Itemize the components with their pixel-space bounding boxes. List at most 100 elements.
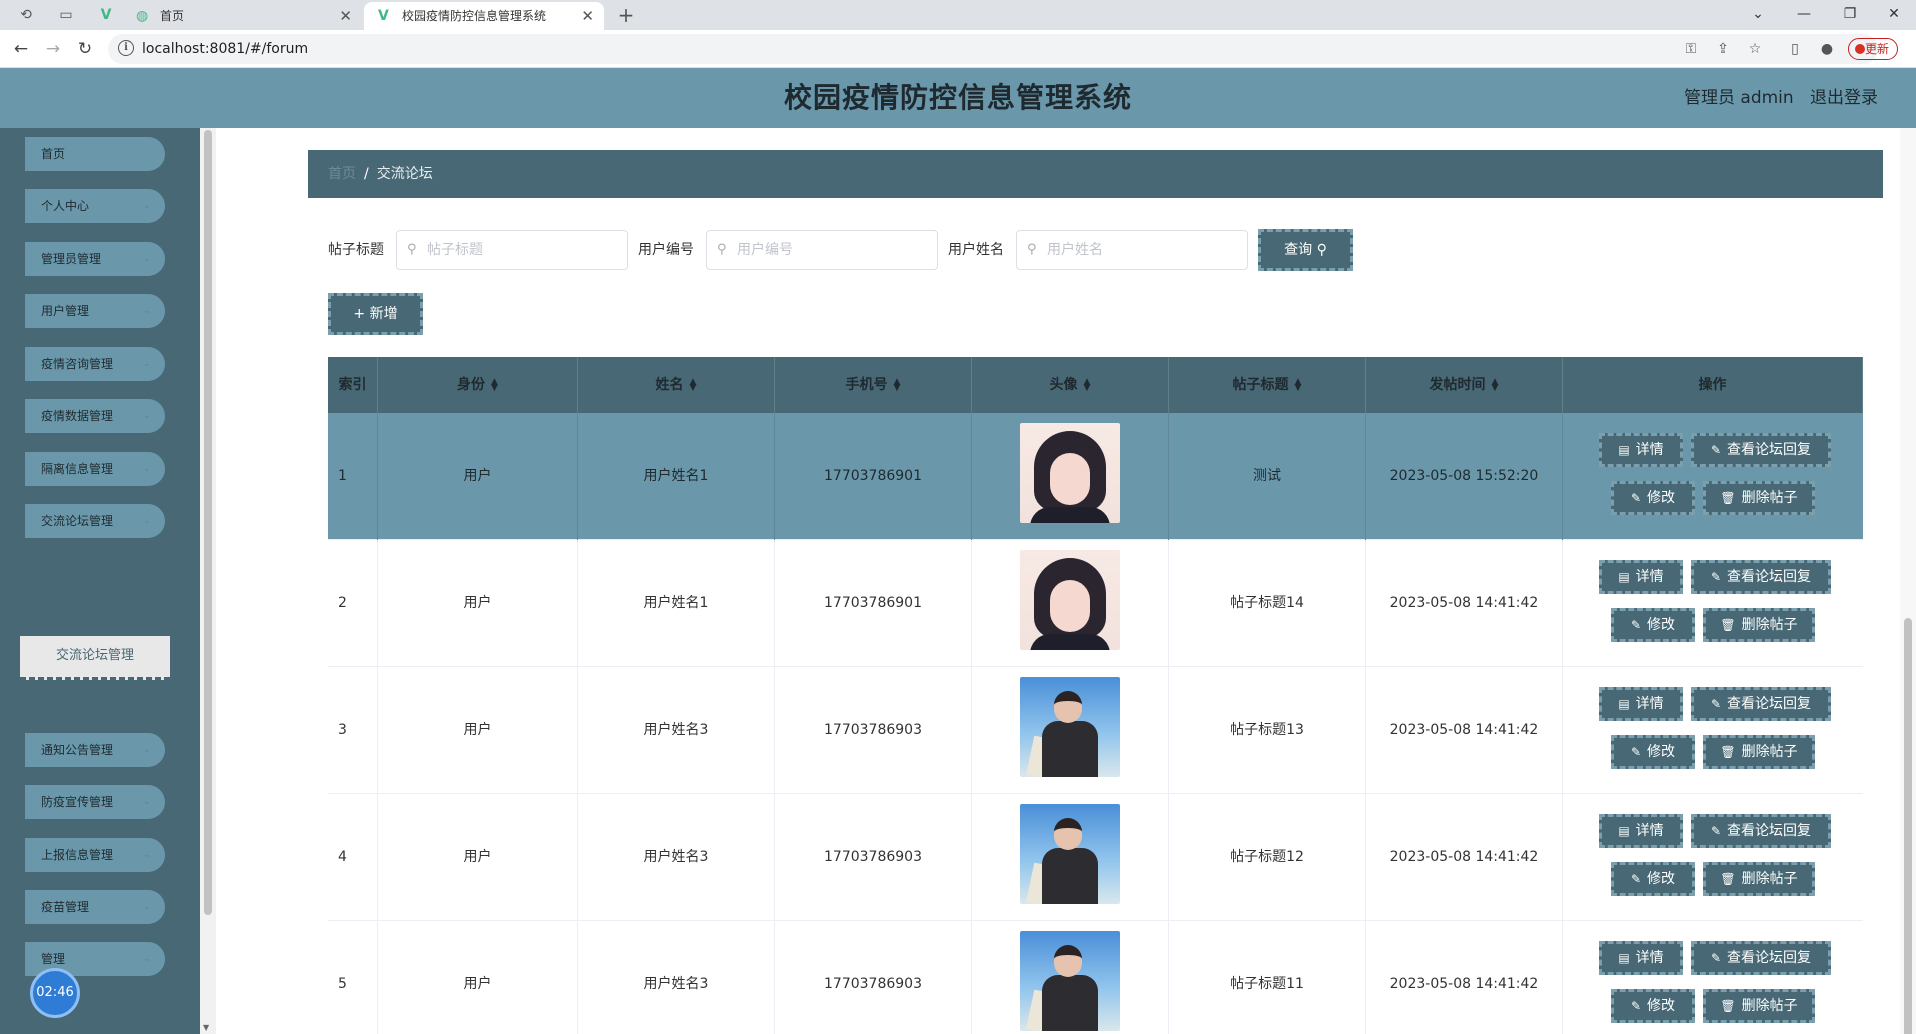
trash-icon: 🗑 bbox=[1720, 745, 1736, 759]
star-icon[interactable]: ☆ bbox=[1744, 38, 1766, 60]
edit-button[interactable]: ✎ 修改 bbox=[1611, 989, 1695, 1023]
minimize-icon[interactable]: — bbox=[1782, 0, 1826, 30]
sidebar-item-0[interactable]: 首页 bbox=[20, 132, 170, 176]
column-header-5[interactable]: 帖子标题 ▲ ▼ bbox=[1169, 357, 1366, 413]
table-cell-4 bbox=[972, 667, 1169, 794]
key-icon[interactable]: ⚿ bbox=[1680, 38, 1702, 60]
column-header-1[interactable]: 身份 ▲ ▼ bbox=[378, 357, 578, 413]
update-button[interactable]: 更新 bbox=[1848, 38, 1898, 60]
page-scroll-thumb[interactable] bbox=[1904, 618, 1912, 1034]
user-id-input[interactable]: ⚲ 用户编号 bbox=[706, 230, 938, 270]
delete-button[interactable]: 🗑 删除帖子 bbox=[1703, 989, 1815, 1023]
user-name-input[interactable]: ⚲ 用户姓名 bbox=[1016, 230, 1248, 270]
table-cell-5: 帖子标题13 bbox=[1169, 667, 1366, 794]
view-replies-button[interactable]: ✎ 查看论坛回复 bbox=[1691, 433, 1831, 467]
close-icon[interactable]: ✕ bbox=[339, 2, 352, 30]
blank-tab-icon[interactable]: ▭ bbox=[56, 5, 76, 25]
sort-icon[interactable]: ▲ ▼ bbox=[1084, 378, 1091, 393]
sidebar-scrollbar[interactable]: ▼ bbox=[200, 128, 216, 1034]
sidebar-item-label: 疫情咨询管理 bbox=[41, 357, 114, 371]
delete-button[interactable]: 🗑 删除帖子 bbox=[1703, 862, 1815, 896]
view-replies-button[interactable]: ✎ 查看论坛回复 bbox=[1691, 687, 1831, 721]
back-icon[interactable]: ← bbox=[10, 38, 32, 60]
url-field[interactable]: i localhost:8081/#/forum bbox=[108, 34, 1878, 64]
detail-button[interactable]: ▤ 详情 bbox=[1599, 687, 1683, 721]
view-replies-button[interactable]: ✎ 查看论坛回复 bbox=[1691, 941, 1831, 975]
column-header-2[interactable]: 姓名 ▲ ▼ bbox=[578, 357, 775, 413]
new-tab-icon[interactable]: + bbox=[616, 5, 636, 25]
table-row[interactable]: 4 用户 用户姓名3 17703786903 帖子标题12 2023-05-08 14:4… bbox=[328, 794, 1863, 921]
sidebar-item-9[interactable]: 防疫宣传管理 ⌄ bbox=[20, 780, 170, 824]
edit-button[interactable]: ✎ 修改 bbox=[1611, 481, 1695, 515]
trash-icon: 🗑 bbox=[1720, 618, 1736, 632]
page-scrollbar[interactable] bbox=[1900, 128, 1916, 1034]
sidebar-scroll-thumb[interactable] bbox=[204, 130, 212, 915]
sidebar-item-4[interactable]: 疫情咨询管理 ⌄ bbox=[20, 342, 170, 386]
tab-active-system[interactable]: V 校园疫情防控信息管理系统 ✕ bbox=[364, 2, 604, 30]
submenu-forum-manage[interactable]: 交流论坛管理 bbox=[20, 636, 170, 680]
table-row[interactable]: 5 用户 用户姓名3 17703786903 帖子标题11 2023-05-08 14:4… bbox=[328, 921, 1863, 1034]
sidebar-item-11[interactable]: 疫苗管理 ⌄ bbox=[20, 885, 170, 929]
share-icon[interactable]: ⇪ bbox=[1712, 38, 1734, 60]
sort-icon[interactable]: ▲ ▼ bbox=[491, 378, 498, 393]
vue-icon[interactable]: V bbox=[96, 5, 116, 25]
table-cell-6: 2023-05-08 14:41:42 bbox=[1366, 667, 1563, 794]
sort-icon[interactable]: ▲ ▼ bbox=[1492, 378, 1499, 393]
query-button[interactable]: 查询 ⚲ bbox=[1258, 229, 1353, 271]
detail-button[interactable]: ▤ 详情 bbox=[1599, 941, 1683, 975]
sidebar-item-6[interactable]: 隔离信息管理 ⌄ bbox=[20, 447, 170, 491]
edit-button[interactable]: ✎ 修改 bbox=[1611, 862, 1695, 896]
user-id-label: 用户编号 bbox=[638, 242, 694, 258]
table-row[interactable]: 3 用户 用户姓名3 17703786903 帖子标题13 2023-05-08 14:4… bbox=[328, 667, 1863, 794]
sidebar-item-8[interactable]: 通知公告管理 ⌄ bbox=[20, 728, 170, 772]
column-header-6[interactable]: 发帖时间 ▲ ▼ bbox=[1366, 357, 1563, 413]
edit-button[interactable]: ✎ 修改 bbox=[1611, 735, 1695, 769]
sort-icon[interactable]: ▲ ▼ bbox=[1295, 378, 1302, 393]
column-header-3[interactable]: 手机号 ▲ ▼ bbox=[775, 357, 972, 413]
delete-button[interactable]: 🗑 删除帖子 bbox=[1703, 608, 1815, 642]
sidebar-item-2[interactable]: 管理员管理 ⌄ bbox=[20, 237, 170, 281]
scroll-down-icon[interactable]: ▼ bbox=[203, 1023, 209, 1032]
sidebar-item-7[interactable]: 交流论坛管理 ⌄ bbox=[20, 499, 170, 543]
edit-button[interactable]: ✎ 修改 bbox=[1611, 608, 1695, 642]
detail-button[interactable]: ▤ 详情 bbox=[1599, 814, 1683, 848]
view-replies-button[interactable]: ✎ 查看论坛回复 bbox=[1691, 814, 1831, 848]
close-window-icon[interactable]: ✕ bbox=[1872, 0, 1916, 30]
sort-icon[interactable]: ▲ ▼ bbox=[894, 378, 901, 393]
view-replies-button[interactable]: ✎ 查看论坛回复 bbox=[1691, 560, 1831, 594]
chevron-down-icon: ⌄ bbox=[142, 849, 151, 860]
forward-icon[interactable]: → bbox=[42, 38, 64, 60]
post-title-input[interactable]: ⚲ 帖子标题 bbox=[396, 230, 628, 270]
table-row[interactable]: 2 用户 用户姓名1 17703786901 帖子标题14 2023-05-08 14:4… bbox=[328, 540, 1863, 667]
detail-button[interactable]: ▤ 详情 bbox=[1599, 560, 1683, 594]
sidebar-item-3[interactable]: 用户管理 ⌄ bbox=[20, 289, 170, 333]
sidepanel-icon[interactable]: ▯ bbox=[1784, 38, 1806, 60]
profile-icon[interactable]: ● bbox=[1816, 38, 1838, 60]
table-row[interactable]: 1 用户 用户姓名1 17703786901 测试 2023-05-08 15:52:20… bbox=[328, 413, 1863, 540]
sidebar-item-1[interactable]: 个人中心 ⌄ bbox=[20, 184, 170, 228]
sidebar-item-10[interactable]: 上报信息管理 ⌄ bbox=[20, 833, 170, 877]
actions-cell: ▤ 详情 ✎ 查看论坛回复 ✎ 修改 🗑 删除帖子 bbox=[1563, 794, 1863, 921]
history-icon[interactable]: ⟲ bbox=[16, 5, 36, 25]
restore-icon[interactable]: ❐ bbox=[1828, 0, 1872, 30]
sidebar-item-5[interactable]: 疫情数据管理 ⌄ bbox=[20, 394, 170, 438]
table-cell-3: 17703786901 bbox=[775, 540, 972, 667]
delete-button[interactable]: 🗑 删除帖子 bbox=[1703, 735, 1815, 769]
add-button[interactable]: + 新增 bbox=[328, 293, 423, 335]
column-header-4[interactable]: 头像 ▲ ▼ bbox=[972, 357, 1169, 413]
logout-button[interactable]: 退出登录 bbox=[1810, 68, 1878, 128]
edit-icon: ✎ bbox=[1710, 697, 1722, 711]
reload-icon[interactable]: ↻ bbox=[74, 38, 96, 60]
url-text[interactable]: localhost:8081/#/forum bbox=[142, 34, 308, 64]
detail-button[interactable]: ▤ 详情 bbox=[1599, 433, 1683, 467]
tab-home[interactable]: ◍ 首页 ✕ bbox=[122, 2, 362, 30]
table-cell-4 bbox=[972, 540, 1169, 667]
table-cell-0: 4 bbox=[328, 794, 378, 921]
close-icon[interactable]: ✕ bbox=[581, 2, 594, 30]
info-icon[interactable]: i bbox=[118, 40, 134, 56]
table-cell-2: 用户姓名3 bbox=[578, 667, 775, 794]
breadcrumb-home[interactable]: 首页 bbox=[328, 166, 356, 182]
delete-button[interactable]: 🗑 删除帖子 bbox=[1703, 481, 1815, 515]
tab-search-icon[interactable]: ⌄ bbox=[1736, 0, 1780, 30]
sort-icon[interactable]: ▲ ▼ bbox=[690, 378, 697, 393]
